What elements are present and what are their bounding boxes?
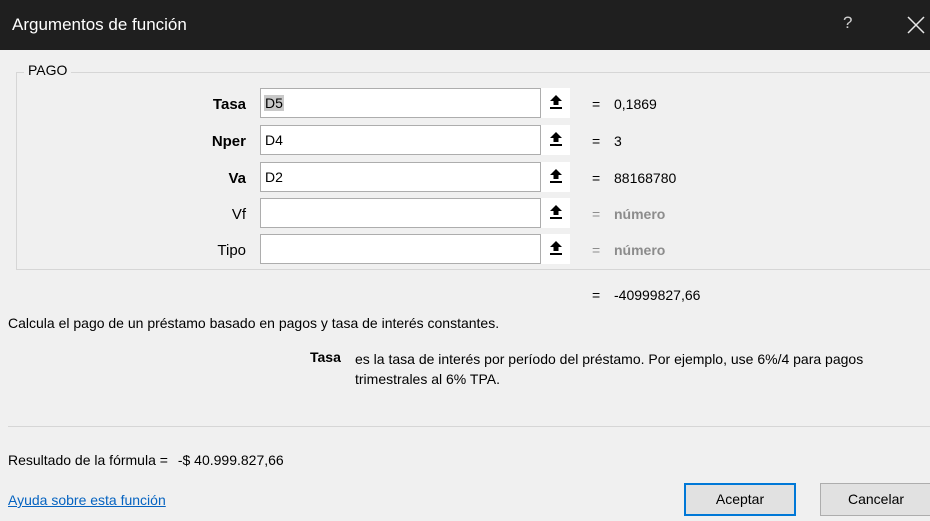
argument-label: Vf bbox=[231, 206, 246, 223]
argument-input-vf[interactable] bbox=[260, 198, 570, 228]
equals-sign: = bbox=[592, 170, 601, 186]
help-icon[interactable]: ? bbox=[843, 13, 852, 33]
formula-result-value: -$ 40.999.827,66 bbox=[177, 452, 284, 468]
argument-row-nper: Nper D4 = 3 bbox=[0, 125, 930, 157]
argument-row-tasa: Tasa D5 = 0,1869 bbox=[0, 88, 930, 120]
help-link[interactable]: Ayuda sobre esta función bbox=[8, 492, 166, 508]
equals-sign: = bbox=[592, 206, 601, 222]
argument-label: Tipo bbox=[217, 242, 246, 259]
argument-result: 3 bbox=[614, 133, 622, 149]
title-bar: Argumentos de función ? bbox=[0, 0, 930, 50]
argument-row-tipo: Tipo = número bbox=[0, 234, 930, 266]
collapse-dialog-arrow-icon[interactable] bbox=[540, 234, 570, 264]
equals-sign: = bbox=[592, 133, 601, 149]
argument-input-tasa[interactable]: D5 bbox=[260, 88, 570, 118]
argument-label: Nper bbox=[211, 133, 246, 150]
equals-sign: = bbox=[592, 287, 601, 303]
formula-result: Resultado de la fórmula = -$ 40.999.827,… bbox=[8, 452, 284, 468]
argument-label: Va bbox=[228, 170, 246, 187]
collapse-dialog-arrow-icon[interactable] bbox=[540, 162, 570, 192]
collapse-dialog-arrow-icon[interactable] bbox=[540, 125, 570, 155]
function-description: Calcula el pago de un préstamo basado en… bbox=[8, 315, 500, 331]
argument-result: número bbox=[614, 206, 666, 222]
equals-sign: = bbox=[592, 242, 601, 258]
argument-input-va[interactable]: D2 bbox=[260, 162, 570, 192]
argument-value: D5 bbox=[264, 95, 284, 111]
argument-result: número bbox=[614, 242, 666, 258]
argument-row-va: Va D2 = 88168780 bbox=[0, 162, 930, 194]
ok-button[interactable]: Aceptar bbox=[684, 483, 796, 516]
dialog-title: Argumentos de función bbox=[12, 15, 187, 34]
argument-help-name: Tasa bbox=[310, 349, 341, 365]
cancel-button[interactable]: Cancelar bbox=[820, 483, 930, 516]
argument-input-nper[interactable]: D4 bbox=[260, 125, 570, 155]
close-icon[interactable] bbox=[902, 12, 928, 38]
equals-sign: = bbox=[592, 96, 601, 112]
collapse-dialog-arrow-icon[interactable] bbox=[540, 88, 570, 118]
argument-result: 88168780 bbox=[614, 170, 677, 186]
argument-value: D2 bbox=[265, 169, 283, 185]
function-name: PAGO bbox=[24, 62, 72, 78]
total-result: -40999827,66 bbox=[614, 287, 701, 303]
formula-result-label: Resultado de la fórmula = bbox=[8, 452, 168, 468]
argument-value: D4 bbox=[265, 132, 283, 148]
argument-row-vf: Vf = número bbox=[0, 198, 930, 230]
argument-label: Tasa bbox=[212, 96, 246, 113]
argument-help-text: es la tasa de interés por período del pr… bbox=[355, 351, 864, 387]
argument-input-tipo[interactable] bbox=[260, 234, 570, 264]
argument-result: 0,1869 bbox=[614, 96, 657, 112]
collapse-dialog-arrow-icon[interactable] bbox=[540, 198, 570, 228]
divider bbox=[8, 426, 930, 427]
